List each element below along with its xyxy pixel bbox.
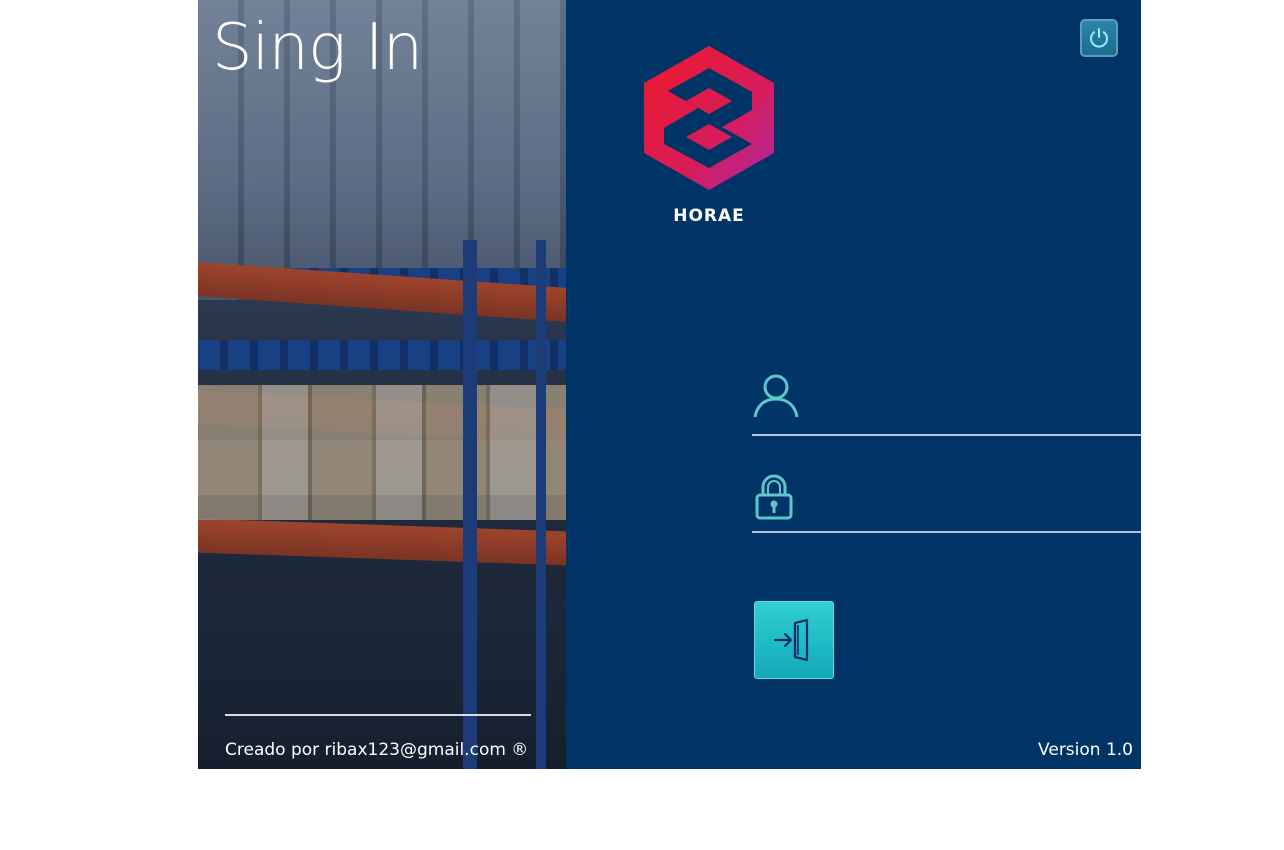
login-window: Sing In Creado por ribax123@gmail.com ® … <box>198 0 1141 769</box>
password-input[interactable] <box>812 483 1136 521</box>
brand-name: HORAE <box>673 206 745 226</box>
login-button[interactable] <box>754 601 834 679</box>
password-row <box>752 473 1141 533</box>
version-label: Version 1.0 <box>1038 740 1133 760</box>
enter-door-icon <box>773 618 809 662</box>
warehouse-photo-panel: Sing In Creado por ribax123@gmail.com ® <box>198 0 566 769</box>
horae-logo <box>644 46 774 190</box>
login-form-panel: HORAE Version 1.0 <box>566 0 1141 769</box>
creator-credit: Creado por ribax123@gmail.com ® <box>225 740 529 760</box>
user-icon <box>753 374 799 418</box>
warehouse-photo <box>198 0 566 769</box>
username-underline <box>752 434 1141 436</box>
password-underline <box>752 531 1141 533</box>
power-icon <box>1090 28 1108 48</box>
power-button[interactable] <box>1080 19 1118 57</box>
footer-divider <box>225 714 531 716</box>
username-input[interactable] <box>812 386 1136 424</box>
lock-icon <box>755 474 793 520</box>
page-title: Sing In <box>212 11 423 85</box>
username-row <box>752 374 1141 436</box>
